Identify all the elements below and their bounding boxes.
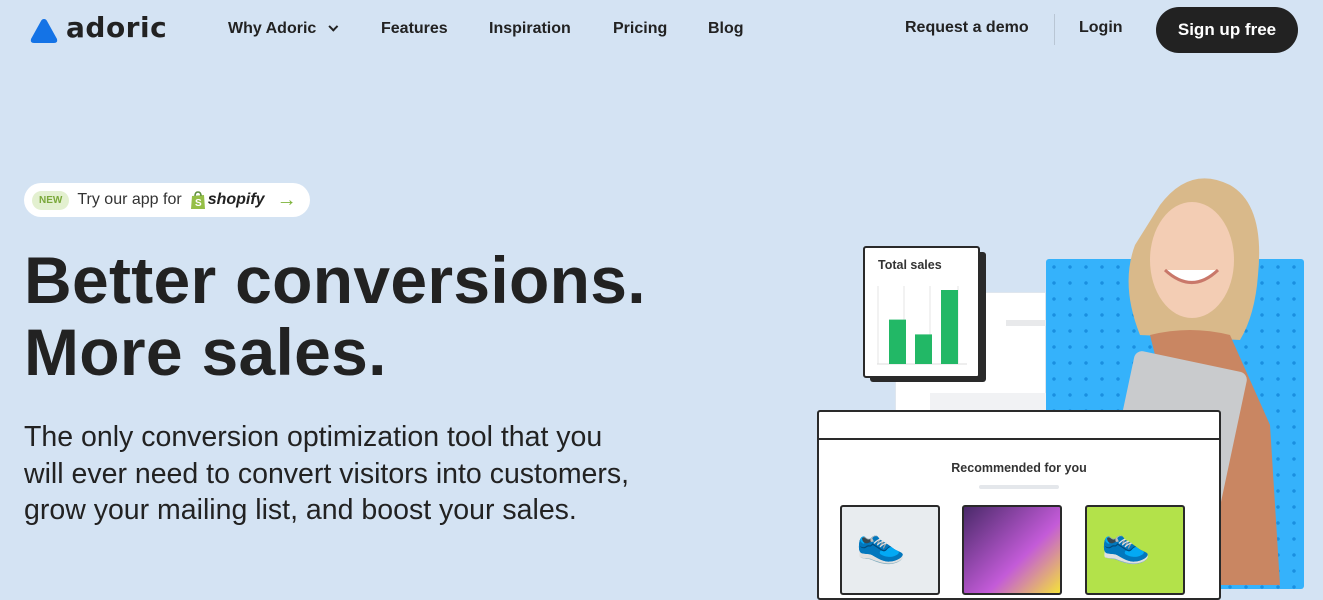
sales-bar bbox=[941, 290, 958, 364]
sales-bar bbox=[889, 319, 906, 364]
request-demo-link[interactable]: Request a demo bbox=[905, 19, 1029, 37]
signup-button[interactable]: Sign up free bbox=[1156, 7, 1298, 53]
nav-divider bbox=[1054, 14, 1055, 45]
shoe-icon: 👟 bbox=[1101, 521, 1151, 565]
recommendation-card: Recommended for you 👟 👟 bbox=[817, 410, 1221, 600]
shopify-badge[interactable]: NEW Try our app for S shopify → bbox=[24, 183, 310, 217]
shoe-icon: 👟 bbox=[856, 521, 906, 565]
hero-title: Better conversions. More sales. bbox=[24, 243, 646, 389]
recommend-title: Recommended for you bbox=[951, 461, 1087, 475]
svg-text:S: S bbox=[195, 198, 202, 209]
new-tag: NEW bbox=[32, 190, 70, 210]
nav-blog[interactable]: Blog bbox=[708, 20, 744, 38]
badge-text: Try our app for bbox=[77, 191, 182, 208]
nav-inspiration[interactable]: Inspiration bbox=[489, 20, 571, 38]
login-link[interactable]: Login bbox=[1079, 19, 1123, 37]
sales-bar bbox=[915, 334, 932, 364]
logo-icon bbox=[30, 19, 58, 43]
sales-bar-chart bbox=[877, 286, 967, 365]
shopify-bag-icon: S bbox=[190, 190, 205, 209]
shopify-wordmark: shopify bbox=[207, 191, 265, 208]
logo-text: adoric bbox=[66, 11, 168, 44]
arrow-right-icon: → bbox=[276, 188, 297, 211]
sales-card-title: Total sales bbox=[878, 258, 942, 272]
total-sales-card: Total sales bbox=[863, 246, 980, 378]
nav-why-adoric[interactable]: Why Adoric bbox=[228, 20, 339, 38]
nav-features[interactable]: Features bbox=[381, 20, 448, 38]
nav-pricing[interactable]: Pricing bbox=[613, 20, 667, 38]
chevron-down-icon bbox=[328, 21, 339, 32]
hero-subtitle: The only conversion optimization tool th… bbox=[24, 421, 630, 526]
